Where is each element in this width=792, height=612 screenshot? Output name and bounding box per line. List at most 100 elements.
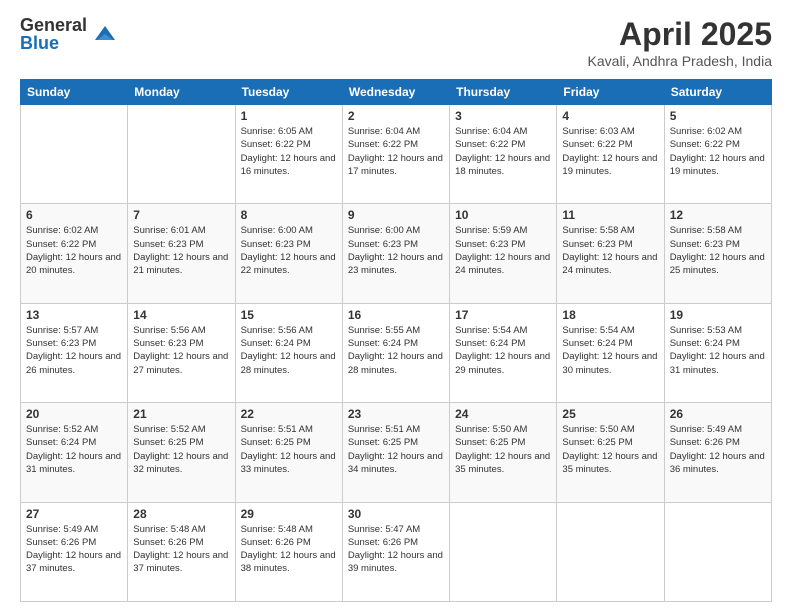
calendar-week-1: 1 Sunrise: 6:05 AM Sunset: 6:22 PM Daylig… [21,105,772,204]
day-number: 12 [670,208,766,222]
calendar-cell: 22 Sunrise: 5:51 AM Sunset: 6:25 PM Dayli… [235,403,342,502]
logo-blue: Blue [20,34,87,52]
day-info: Sunrise: 5:49 AM Sunset: 6:26 PM Dayligh… [670,423,766,476]
calendar-cell: 29Sunrise: 5:48 AM Sunset: 6:26 PM Dayli… [235,502,342,601]
logo-general: General [20,16,87,34]
calendar-cell: 13Sunrise: 5:57 AM Sunset: 6:23 PM Dayli… [21,303,128,402]
day-number: 18 [562,308,658,322]
day-number: 28 [133,507,229,521]
day-info: Sunrise: 5:51 AM Sunset: 6:25 PM Dayligh… [241,423,337,476]
calendar-cell: 17 Sunrise: 5:54 AM Sunset: 6:24 PM Dayli… [450,303,557,402]
calendar-week-3: 13Sunrise: 5:57 AM Sunset: 6:23 PM Dayli… [21,303,772,402]
day-number: 19 [670,308,766,322]
header-thursday: Thursday [450,80,557,105]
day-number: 5 [670,109,766,123]
calendar-cell: 1 Sunrise: 6:05 AM Sunset: 6:22 PM Daylig… [235,105,342,204]
day-number: 30 [348,507,444,521]
calendar-cell: 2 Sunrise: 6:04 AM Sunset: 6:22 PM Daylig… [342,105,449,204]
day-info: Sunrise: 6:01 AM Sunset: 6:23 PM Dayligh… [133,224,229,277]
calendar-cell: 21Sunrise: 5:52 AM Sunset: 6:25 PM Dayli… [128,403,235,502]
header-saturday: Saturday [664,80,771,105]
calendar-cell [557,502,664,601]
day-number: 2 [348,109,444,123]
day-number: 14 [133,308,229,322]
calendar-cell: 7 Sunrise: 6:01 AM Sunset: 6:23 PM Daylig… [128,204,235,303]
calendar-cell: 5 Sunrise: 6:02 AM Sunset: 6:22 PM Daylig… [664,105,771,204]
day-number: 27 [26,507,122,521]
day-number: 25 [562,407,658,421]
day-info: Sunrise: 6:03 AM Sunset: 6:22 PM Dayligh… [562,125,658,178]
day-number: 24 [455,407,551,421]
day-info: Sunrise: 5:52 AM Sunset: 6:25 PM Dayligh… [133,423,229,476]
day-info: Sunrise: 6:04 AM Sunset: 6:22 PM Dayligh… [455,125,551,178]
day-info: Sunrise: 5:50 AM Sunset: 6:25 PM Dayligh… [455,423,551,476]
day-info: Sunrise: 5:58 AM Sunset: 6:23 PM Dayligh… [670,224,766,277]
day-info: Sunrise: 6:02 AM Sunset: 6:22 PM Dayligh… [26,224,122,277]
day-number: 9 [348,208,444,222]
header: General Blue April 2025 Kavali, Andhra P… [20,16,772,69]
day-number: 11 [562,208,658,222]
calendar-cell [450,502,557,601]
calendar-cell: 14 Sunrise: 5:56 AM Sunset: 6:23 PM Dayli… [128,303,235,402]
day-info: Sunrise: 5:50 AM Sunset: 6:25 PM Dayligh… [562,423,658,476]
day-number: 8 [241,208,337,222]
calendar-table: Sunday Monday Tuesday Wednesday Thursday… [20,79,772,602]
day-info: Sunrise: 5:48 AM Sunset: 6:26 PM Dayligh… [241,523,337,576]
main-title: April 2025 [588,16,772,53]
day-info: Sunrise: 6:00 AM Sunset: 6:23 PM Dayligh… [348,224,444,277]
day-info: Sunrise: 5:49 AM Sunset: 6:26 PM Dayligh… [26,523,122,576]
day-info: Sunrise: 5:56 AM Sunset: 6:23 PM Dayligh… [133,324,229,377]
calendar-cell: 27 Sunrise: 5:49 AM Sunset: 6:26 PM Dayli… [21,502,128,601]
day-info: Sunrise: 5:54 AM Sunset: 6:24 PM Dayligh… [455,324,551,377]
calendar-header-row: Sunday Monday Tuesday Wednesday Thursday… [21,80,772,105]
calendar-cell: 12 Sunrise: 5:58 AM Sunset: 6:23 PM Dayli… [664,204,771,303]
day-info: Sunrise: 6:02 AM Sunset: 6:22 PM Dayligh… [670,125,766,178]
day-info: Sunrise: 5:52 AM Sunset: 6:24 PM Dayligh… [26,423,122,476]
calendar-cell: 24 Sunrise: 5:50 AM Sunset: 6:25 PM Dayli… [450,403,557,502]
day-info: Sunrise: 5:58 AM Sunset: 6:23 PM Dayligh… [562,224,658,277]
day-number: 23 [348,407,444,421]
calendar-cell: 6 Sunrise: 6:02 AM Sunset: 6:22 PM Daylig… [21,204,128,303]
title-block: April 2025 Kavali, Andhra Pradesh, India [588,16,772,69]
day-info: Sunrise: 5:57 AM Sunset: 6:23 PM Dayligh… [26,324,122,377]
calendar-cell: 4 Sunrise: 6:03 AM Sunset: 6:22 PM Daylig… [557,105,664,204]
day-number: 16 [348,308,444,322]
calendar-cell: 16Sunrise: 5:55 AM Sunset: 6:24 PM Dayli… [342,303,449,402]
day-info: Sunrise: 6:05 AM Sunset: 6:22 PM Dayligh… [241,125,337,178]
day-info: Sunrise: 6:04 AM Sunset: 6:22 PM Dayligh… [348,125,444,178]
calendar-cell: 25 Sunrise: 5:50 AM Sunset: 6:25 PM Dayli… [557,403,664,502]
day-info: Sunrise: 5:53 AM Sunset: 6:24 PM Dayligh… [670,324,766,377]
logo-icon [91,20,119,48]
subtitle: Kavali, Andhra Pradesh, India [588,53,772,69]
calendar-cell: 18 Sunrise: 5:54 AM Sunset: 6:24 PM Dayli… [557,303,664,402]
header-tuesday: Tuesday [235,80,342,105]
day-number: 4 [562,109,658,123]
calendar-cell: 28 Sunrise: 5:48 AM Sunset: 6:26 PM Dayli… [128,502,235,601]
day-number: 22 [241,407,337,421]
day-info: Sunrise: 5:59 AM Sunset: 6:23 PM Dayligh… [455,224,551,277]
day-number: 6 [26,208,122,222]
day-number: 1 [241,109,337,123]
calendar-cell: 30 Sunrise: 5:47 AM Sunset: 6:26 PM Dayli… [342,502,449,601]
day-number: 26 [670,407,766,421]
day-info: Sunrise: 5:54 AM Sunset: 6:24 PM Dayligh… [562,324,658,377]
header-sunday: Sunday [21,80,128,105]
calendar-cell: 15 Sunrise: 5:56 AM Sunset: 6:24 PM Dayli… [235,303,342,402]
day-number: 15 [241,308,337,322]
day-info: Sunrise: 5:48 AM Sunset: 6:26 PM Dayligh… [133,523,229,576]
calendar-cell: 9 Sunrise: 6:00 AM Sunset: 6:23 PM Daylig… [342,204,449,303]
day-number: 17 [455,308,551,322]
calendar-cell: 26 Sunrise: 5:49 AM Sunset: 6:26 PM Dayli… [664,403,771,502]
calendar-cell: 3 Sunrise: 6:04 AM Sunset: 6:22 PM Daylig… [450,105,557,204]
day-number: 7 [133,208,229,222]
calendar-cell: 10Sunrise: 5:59 AM Sunset: 6:23 PM Dayli… [450,204,557,303]
calendar-week-5: 27 Sunrise: 5:49 AM Sunset: 6:26 PM Dayli… [21,502,772,601]
header-wednesday: Wednesday [342,80,449,105]
calendar-week-4: 20Sunrise: 5:52 AM Sunset: 6:24 PM Dayli… [21,403,772,502]
calendar-cell: 11 Sunrise: 5:58 AM Sunset: 6:23 PM Dayli… [557,204,664,303]
calendar-body: 1 Sunrise: 6:05 AM Sunset: 6:22 PM Daylig… [21,105,772,602]
day-number: 3 [455,109,551,123]
day-info: Sunrise: 5:47 AM Sunset: 6:26 PM Dayligh… [348,523,444,576]
day-info: Sunrise: 5:56 AM Sunset: 6:24 PM Dayligh… [241,324,337,377]
calendar-cell: 19 Sunrise: 5:53 AM Sunset: 6:24 PM Dayli… [664,303,771,402]
